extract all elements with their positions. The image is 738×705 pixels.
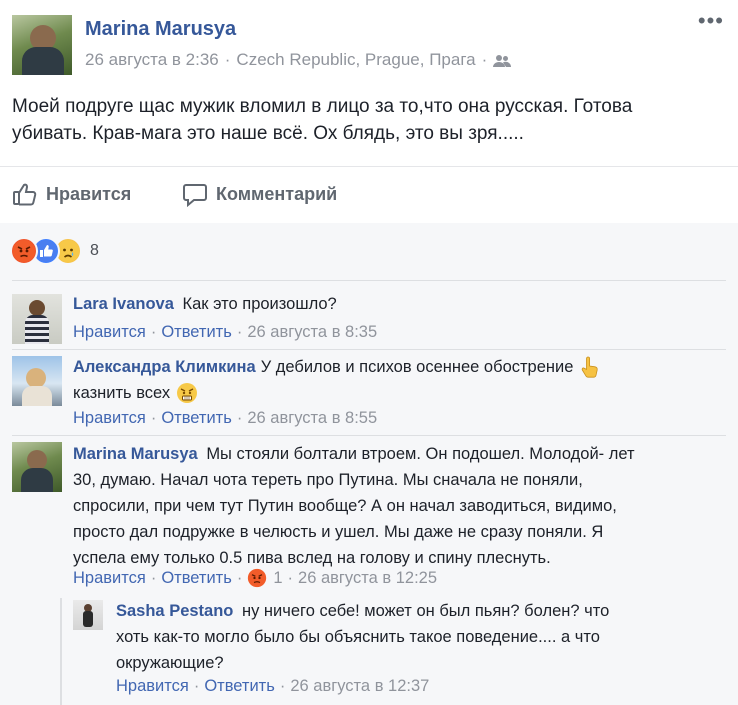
comment-text-line: казнить всех — [73, 384, 171, 402]
comment-actions: Нравится · Ответить · 26 августа в 8:35 — [73, 322, 378, 342]
post-author-name[interactable]: Marina Marusya — [85, 18, 236, 41]
comment-like-link[interactable]: Нравится — [73, 568, 146, 588]
comment-bubble-icon — [182, 181, 208, 208]
comment-text-line: просто дал подружке в челюсть и ушел. Мы… — [73, 523, 604, 541]
reply-time[interactable]: 26 августа в 12:37 — [290, 676, 429, 696]
angry-face-emoji-icon — [176, 382, 198, 404]
like-button[interactable]: Нравится — [12, 181, 131, 207]
more-options-icon[interactable]: ••• — [698, 10, 724, 32]
post-meta: 26 августа в 2:36 · Czech Republic, Prag… — [85, 50, 512, 70]
post-author-avatar[interactable] — [12, 15, 72, 75]
comment-time[interactable]: 26 августа в 8:55 — [247, 408, 377, 428]
post-date[interactable]: 26 августа в 2:36 — [85, 50, 219, 70]
comment-reaction-count[interactable]: 1 — [273, 568, 282, 588]
comment-time[interactable]: 26 августа в 8:35 — [247, 322, 377, 342]
comment-text-line: 30, думаю. Начал чота тереть про Путина.… — [73, 471, 583, 489]
reactions-summary[interactable]: 8 — [10, 237, 99, 265]
comment-reply-link[interactable]: Ответить — [161, 322, 232, 342]
comment-text-line: У дебилов и психов осеннее обострение — [260, 358, 574, 376]
pointing-hand-icon — [579, 355, 603, 379]
thumbs-up-icon — [12, 181, 38, 207]
post-action-bar: Нравится Комментарий — [0, 166, 738, 224]
reply-thread-line — [60, 598, 62, 705]
comment-body: Lara Ivanova Как это произошло? — [73, 291, 337, 317]
comment-actions: Нравится · Ответить · 26 августа в 8:55 — [73, 408, 378, 428]
comment-avatar[interactable] — [12, 442, 62, 492]
comment-button[interactable]: Комментарий — [182, 181, 338, 208]
comment-reply-link[interactable]: Ответить — [161, 568, 232, 588]
reply-body: Sasha Pestano ну ничего себе! может он б… — [116, 598, 716, 676]
comment-button-label: Комментарий — [216, 183, 338, 204]
comment-author[interactable]: Marina Marusya — [73, 445, 198, 463]
comment-time[interactable]: 26 августа в 12:25 — [298, 568, 437, 588]
comment-author[interactable]: Lara Ivanova — [73, 295, 174, 313]
reply-avatar[interactable] — [73, 600, 103, 630]
reply-text-line: ну ничего себе! может он был пьян? болен… — [241, 602, 610, 620]
reactions-count[interactable]: 8 — [90, 242, 99, 260]
reply-like-link[interactable]: Нравится — [116, 676, 189, 696]
comment-text-line: спросили, при чем тут Путин вообще? А он… — [73, 497, 617, 515]
reply-text-line: окружающие? — [116, 654, 224, 672]
comment-actions: Нравится · Ответить · 1 · 26 августа в 1… — [73, 568, 438, 588]
comment-reply-link[interactable]: Ответить — [161, 408, 232, 428]
divider — [12, 435, 726, 436]
like-button-label: Нравится — [46, 183, 132, 204]
reply-author[interactable]: Sasha Pestano — [116, 602, 233, 620]
reply-actions: Нравится · Ответить · 26 августа в 12:37 — [116, 676, 430, 696]
reply-reply-link[interactable]: Ответить — [204, 676, 275, 696]
comment-author[interactable]: Александра Климкина — [73, 354, 256, 380]
angry-reaction-icon — [10, 237, 38, 265]
angry-reaction-icon[interactable] — [247, 568, 267, 588]
comment-text-line: Мы стояли болтали втроем. Он подошел. Мо… — [206, 445, 635, 463]
comment-text: Как это произошло? — [182, 295, 337, 313]
comment-body: Marina Marusya Мы стояли болтали втроем.… — [73, 441, 713, 571]
comment-like-link[interactable]: Нравится — [73, 322, 146, 342]
divider — [12, 349, 726, 350]
comment-avatar[interactable] — [12, 294, 62, 344]
comment-avatar[interactable] — [12, 356, 62, 406]
reply-text-line: хоть как-то могло было бы объяснить тако… — [116, 628, 600, 646]
friends-icon[interactable] — [493, 53, 512, 67]
comment-body: Александра Климкина У дебилов и психов о… — [73, 354, 713, 406]
post-text: Моей подруге щас мужик вломил в лицо за … — [12, 96, 633, 144]
divider — [12, 280, 726, 281]
post-location[interactable]: Czech Republic, Prague, Прага — [236, 50, 475, 70]
comment-like-link[interactable]: Нравится — [73, 408, 146, 428]
